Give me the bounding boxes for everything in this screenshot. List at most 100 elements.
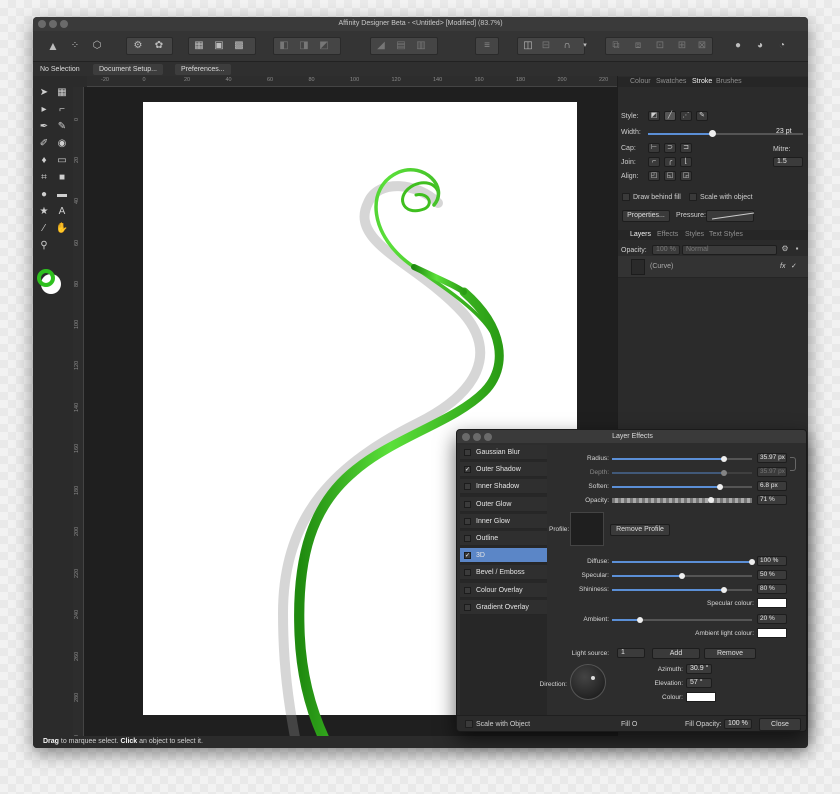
stroke-colour-swatch[interactable] (37, 269, 55, 287)
corner-tool-icon[interactable]: ⌐ (55, 103, 69, 117)
effect-item[interactable]: Gradient Overlay (460, 599, 547, 615)
effect-checkbox[interactable] (464, 586, 471, 594)
width-slider-knob[interactable] (708, 130, 716, 137)
ellipse-tool-icon[interactable]: ● (37, 188, 51, 202)
effect-item[interactable]: Colour Overlay (460, 582, 547, 598)
effect-item[interactable]: Outline (460, 531, 547, 546)
specular-field[interactable]: 50 % (757, 570, 787, 580)
depth-field[interactable]: 35.97 px (757, 467, 787, 477)
opacity-slider[interactable] (612, 497, 752, 503)
align-inside-icon[interactable]: ◰ (648, 171, 660, 181)
intersect-icon[interactable]: ⊡ (653, 39, 667, 53)
elevation-field[interactable]: 57 ° (686, 678, 712, 688)
soften-slider[interactable] (612, 484, 752, 490)
tab-layers[interactable]: Layers (630, 231, 651, 238)
document-setup-button[interactable]: Document Setup... (93, 64, 163, 75)
diffuse-slider[interactable] (612, 559, 755, 565)
diffuse-field[interactable]: 100 % (757, 556, 787, 566)
pixel-persona-icon[interactable]: ⁘ (68, 39, 82, 53)
pressure-graph[interactable] (706, 210, 755, 222)
effect-checkbox[interactable]: ✓ (464, 466, 471, 474)
effect-item[interactable]: Inner Glow (460, 513, 547, 529)
tab-effects[interactable]: Effects (657, 231, 678, 238)
remove-light-button[interactable]: Remove (704, 648, 756, 659)
remove-profile-button[interactable]: Remove Profile (610, 524, 670, 536)
forward-icon[interactable]: ◨ (297, 39, 311, 53)
hand-tool-icon[interactable]: ✋ (55, 222, 69, 236)
effect-checkbox[interactable] (464, 500, 471, 508)
direction-dial[interactable] (570, 664, 606, 700)
chevron-down-icon[interactable]: ▾ (578, 39, 592, 53)
shininess-slider-knob[interactable] (721, 587, 727, 593)
azimuth-field[interactable]: 30.9 ° (686, 664, 712, 674)
ambient-slider-knob[interactable] (637, 617, 643, 623)
grid-icon[interactable]: ▣ (212, 39, 226, 53)
zoom-tool-icon[interactable]: ⚲ (37, 239, 51, 253)
back-icon[interactable]: ◧ (277, 39, 291, 53)
align-center-icon[interactable]: ▤ (394, 39, 408, 53)
cap-butt-icon[interactable]: ⊢ (648, 143, 660, 153)
align-right-icon[interactable]: ▥ (414, 39, 428, 53)
fx-icon[interactable]: fx (780, 263, 785, 270)
magnet-icon[interactable]: ∩ (560, 39, 574, 53)
style-dash-icon[interactable]: ⋰ (680, 111, 692, 121)
specular-slider-knob[interactable] (679, 573, 685, 579)
opacity-field[interactable]: 100 % (652, 245, 680, 255)
xor-icon[interactable]: ⊞ (675, 39, 689, 53)
front-icon[interactable]: ◩ (317, 39, 331, 53)
cap-round-icon[interactable]: ⊃ (664, 143, 676, 153)
radius-slider-knob[interactable] (721, 456, 727, 462)
effect-item[interactable]: Inner Shadow (460, 479, 547, 495)
soften-field[interactable]: 6.8 px (757, 481, 787, 491)
vector-brush-icon[interactable]: ✐ (37, 137, 51, 151)
profile-preview[interactable] (570, 512, 604, 546)
effect-item[interactable]: ✓ 3D (460, 548, 547, 564)
export-persona-icon[interactable]: ⬡ (90, 39, 104, 53)
gear-icon[interactable]: ⚙ (780, 244, 790, 254)
style-solid-icon[interactable]: ╱ (664, 111, 676, 121)
ambient-light-colour-swatch[interactable] (757, 628, 787, 638)
dialog-zoom-button[interactable] (484, 433, 492, 441)
draw-behind-fill-checkbox[interactable] (622, 193, 630, 201)
view-mode-icon[interactable]: ▦ (192, 39, 206, 53)
join-miter-icon[interactable]: ⌐ (648, 157, 660, 167)
diffuse-slider-knob[interactable] (749, 559, 755, 565)
effect-checkbox[interactable] (464, 535, 471, 542)
shininess-slider[interactable] (612, 587, 752, 593)
radius-field[interactable]: 35.97 px (757, 453, 787, 463)
cap-square-icon[interactable]: ⊐ (680, 143, 692, 153)
effect-item[interactable]: Gaussian Blur (460, 445, 547, 460)
tab-colour[interactable]: Colour (630, 78, 651, 85)
fill-opacity-field[interactable]: 100 % (724, 719, 752, 729)
effect-checkbox[interactable] (464, 517, 471, 525)
ambient-field[interactable]: 20 % (757, 614, 787, 624)
transparency-tool-icon[interactable]: ♦ (37, 154, 51, 168)
add-icon[interactable]: ⧉ (609, 39, 623, 53)
node-tool-icon[interactable]: ▸ (37, 103, 51, 117)
mitre-field[interactable]: 1.5 (773, 157, 803, 167)
align-left-icon[interactable]: ◢ (374, 39, 388, 53)
opacity-slider-knob[interactable] (708, 497, 715, 503)
text-tool-icon[interactable]: A (55, 205, 69, 219)
style-brush-icon[interactable]: ✎ (696, 111, 708, 121)
specular-slider[interactable] (612, 573, 752, 579)
depth-slider[interactable] (612, 470, 752, 476)
direction-dial-handle[interactable] (591, 676, 595, 680)
dialog-close-button[interactable] (462, 433, 470, 441)
star-tool-icon[interactable]: ★ (37, 205, 51, 219)
opacity-field[interactable]: 71 % (757, 495, 787, 505)
close-button[interactable]: Close (759, 718, 801, 731)
fill-tool-icon[interactable]: ◉ (55, 137, 69, 151)
rounded-rect-tool-icon[interactable]: ▬ (55, 188, 69, 202)
ambient-slider[interactable] (612, 617, 752, 623)
effect-item[interactable]: Bevel / Emboss (460, 565, 547, 581)
add-light-button[interactable]: Add (652, 648, 700, 659)
tab-brushes[interactable]: Brushes (716, 78, 742, 85)
visibility-check-icon[interactable]: ✓ (791, 262, 797, 270)
effect-checkbox[interactable] (464, 603, 471, 611)
rectangle-tool-icon[interactable]: ■ (55, 171, 69, 185)
lock-icon[interactable]: ▪ (792, 244, 802, 254)
properties-button[interactable]: Properties... (622, 210, 670, 222)
width-value[interactable]: 23 pt (773, 128, 803, 138)
effect-item[interactable]: Outer Glow (460, 496, 547, 512)
